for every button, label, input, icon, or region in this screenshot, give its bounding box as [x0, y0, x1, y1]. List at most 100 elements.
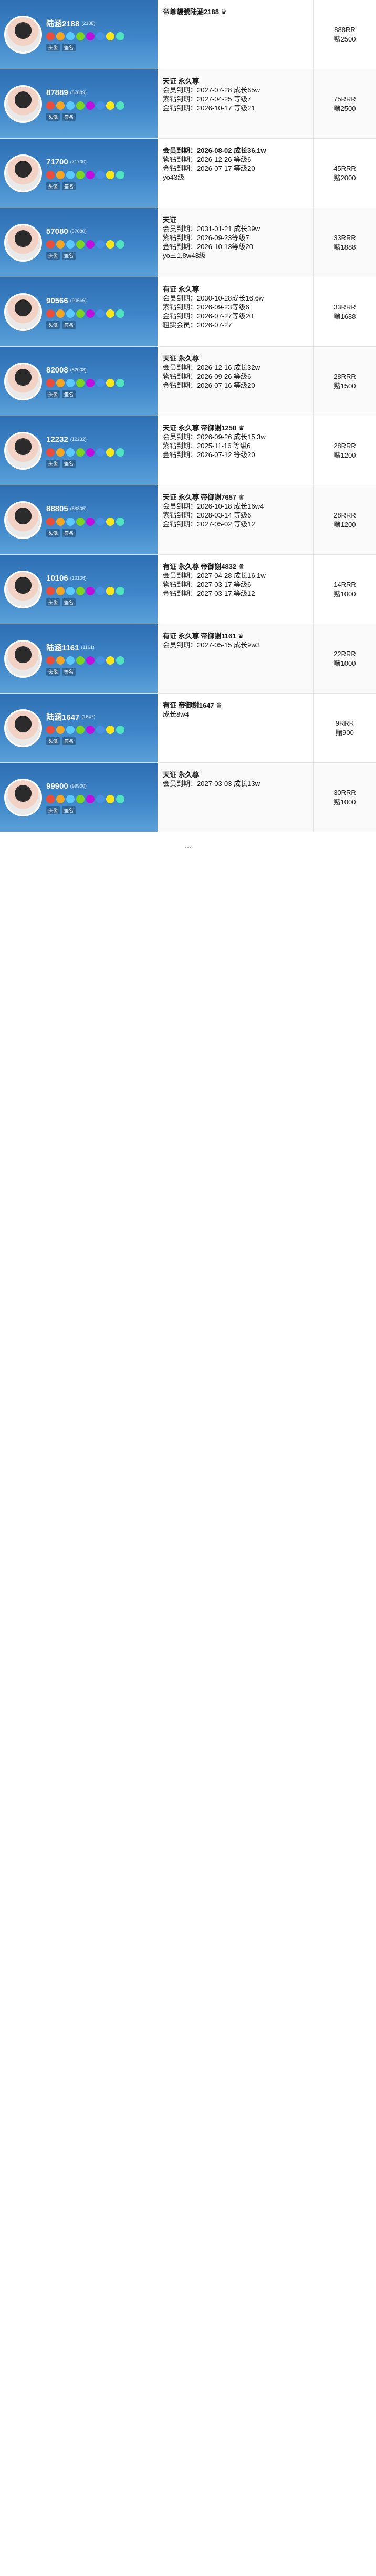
list-item[interactable]: 82008 (82008) 头像 签名 天证 永久尊 会员到期：2026-12-16 成长…	[0, 347, 376, 416]
profile-tag[interactable]: 头像	[46, 460, 60, 468]
badge-icon	[46, 240, 55, 249]
profile-tag[interactable]: 签名	[62, 44, 76, 51]
detail-line: 天证 永久尊	[163, 771, 199, 779]
avatar[interactable]	[4, 570, 42, 608]
detail-line: 会员到期：2026-08-02 成长36.1w	[163, 147, 266, 154]
profile-tag[interactable]: 头像	[46, 806, 60, 814]
avatar[interactable]	[4, 223, 42, 262]
profile-tag[interactable]: 签名	[62, 668, 76, 676]
badge-icon	[86, 240, 95, 249]
price-panel: 30RRR 赌1000	[313, 763, 376, 832]
list-item[interactable]: 12232 (12232) 头像 签名 天证 永久尊 帝御謝1250 ♛ 会员到期：202…	[0, 416, 376, 485]
badge-icon	[96, 518, 105, 526]
profile-tag[interactable]: 头像	[46, 598, 60, 606]
list-item[interactable]: 陆涵2188 (2188) 头像 签名 帝尊靓號陆涵2188 ♛ 888RR 赌2500	[0, 0, 376, 69]
badge-icon	[56, 171, 65, 179]
user-id-sub: (82008)	[70, 367, 87, 373]
avatar[interactable]	[4, 709, 42, 747]
avatar[interactable]	[4, 501, 42, 539]
user-id-sub: (90566)	[70, 298, 87, 303]
list-item[interactable]: 10106 (10106) 头像 签名 有证 永久尊 帝御謝4832 ♛ 会员到期：202…	[0, 555, 376, 624]
badge-icon	[76, 448, 85, 457]
avatar[interactable]	[4, 85, 42, 123]
list-item[interactable]: 71700 (71700) 头像 签名 会员到期：2026-08-02 成长36.1w 紫…	[0, 139, 376, 208]
user-id: 陆涵2188	[46, 19, 80, 28]
list-item[interactable]: 57080 (57080) 头像 签名 天证 会员到期：2031-01-21 成长39w 紫…	[0, 208, 376, 277]
profile-tags: 头像 签名	[46, 390, 124, 398]
id-line: 99900 (99900)	[46, 780, 124, 792]
avatar[interactable]	[4, 639, 42, 678]
detail-line: 会员到期：2027-05-15 成长9w3	[163, 641, 260, 649]
price: 9RRR	[335, 719, 354, 727]
badge-icon	[56, 795, 65, 803]
avatar[interactable]	[4, 431, 42, 470]
list-item[interactable]: 90566 (90566) 头像 签名 有证 永久尊 会员到期：2030-10-28成长1…	[0, 277, 376, 347]
detail-line: 会员到期：2031-01-21 成长39w	[163, 225, 260, 233]
profile-tag[interactable]: 签名	[62, 460, 76, 468]
price-panel: 28RRR 赌1200	[313, 485, 376, 554]
detail-line: 帝尊靓號陆涵2188 ♛	[163, 8, 227, 16]
detail-line: 天证 永久尊 帝御謝7657 ♛	[163, 493, 245, 501]
price-panel: 888RR 赌2500	[313, 0, 376, 69]
badge-icon	[56, 240, 65, 249]
profile-meta: 12232 (12232) 头像 签名	[46, 433, 124, 468]
profile-tag[interactable]: 签名	[62, 598, 76, 606]
profile-tag[interactable]: 头像	[46, 44, 60, 51]
points: 赌2500	[333, 104, 356, 112]
list-item[interactable]: 陆涵1161 (1161) 头像 签名 有证 永久尊 帝御謝1161 ♛ 会员到期：202…	[0, 624, 376, 694]
profile-tag[interactable]: 签名	[62, 529, 76, 537]
profile-tag[interactable]: 头像	[46, 252, 60, 260]
badge-icon	[116, 309, 124, 318]
badge-icon	[76, 101, 85, 110]
avatar[interactable]	[4, 293, 42, 331]
badge-icon	[46, 656, 55, 665]
list-item[interactable]: 88805 (88805) 头像 签名 天证 永久尊 帝御謝7657 ♛ 会员到期：202…	[0, 485, 376, 555]
list-item[interactable]: 99900 (99900) 头像 签名 天证 永久尊 会员到期：2027-03-03 成长…	[0, 763, 376, 832]
profile-meta: 71700 (71700) 头像 签名	[46, 156, 124, 190]
detail-line: 紫钻到期：2025-11-16 等级6	[163, 442, 251, 450]
avatar[interactable]	[4, 15, 42, 54]
profile-tag[interactable]: 签名	[62, 390, 76, 398]
badge-icon	[46, 101, 55, 110]
profile-tag[interactable]: 头像	[46, 182, 60, 190]
badge-icon	[56, 101, 65, 110]
user-id-sub: (10106)	[70, 575, 87, 581]
profile-tag[interactable]: 签名	[62, 321, 76, 329]
profile-tag[interactable]: 签名	[62, 806, 76, 814]
profile-tag[interactable]: 签名	[62, 113, 76, 121]
profile-card: 88805 (88805) 头像 签名	[0, 485, 158, 554]
profile-tags: 头像 签名	[46, 252, 124, 260]
avatar[interactable]	[4, 362, 42, 400]
user-id: 82008	[46, 365, 68, 375]
avatar[interactable]	[4, 778, 42, 816]
profile-tag[interactable]: 头像	[46, 390, 60, 398]
profile-tag[interactable]: 头像	[46, 113, 60, 121]
badge-icon	[96, 448, 105, 457]
badge-icon	[66, 518, 75, 526]
avatar[interactable]	[4, 154, 42, 192]
profile-tag[interactable]: 头像	[46, 668, 60, 676]
profile-tag[interactable]: 头像	[46, 737, 60, 745]
profile-tag[interactable]: 头像	[46, 321, 60, 329]
badge-icon	[76, 309, 85, 318]
detail-line: 紫钻到期：2026-09-23等级6	[163, 303, 249, 311]
points: 赌1200	[333, 451, 356, 459]
profile-tag[interactable]: 签名	[62, 182, 76, 190]
badge-icon	[76, 240, 85, 249]
badge-icon	[56, 726, 65, 734]
profile-card: 57080 (57080) 头像 签名	[0, 208, 158, 277]
badge-icon	[86, 309, 95, 318]
badge-icon	[76, 518, 85, 526]
profile-tag[interactable]: 签名	[62, 737, 76, 745]
profile-tag[interactable]: 头像	[46, 529, 60, 537]
id-line: 57080 (57080)	[46, 225, 124, 237]
badge-icon	[56, 518, 65, 526]
account-details: 有证 帝御謝1647 ♛ 成长8w4	[158, 694, 313, 762]
profile-tag[interactable]: 签名	[62, 252, 76, 260]
detail-line: 成长8w4	[163, 710, 189, 718]
list-item[interactable]: 87889 (87889) 头像 签名 天证 永久尊 会员到期：2027-07-28 成长…	[0, 69, 376, 139]
list-item[interactable]: 陆涵1647 (1647) 头像 签名 有证 帝御謝1647 ♛ 成长8w4 9RRR 赌90…	[0, 694, 376, 763]
id-line: 88805 (88805)	[46, 503, 124, 514]
detail-line: 紫钻到期：2026-09-23等级7	[163, 234, 249, 242]
points: 赌1688	[333, 312, 356, 320]
